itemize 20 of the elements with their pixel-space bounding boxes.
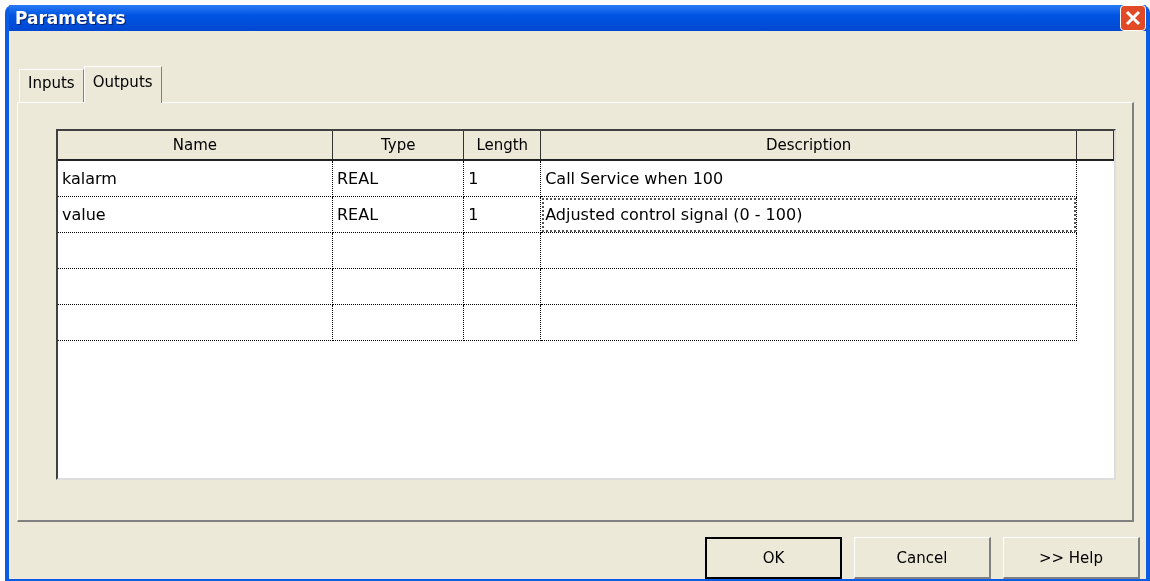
dialog-button[interactable]: OK	[705, 537, 842, 579]
table-cell[interactable]: REAL	[332, 160, 464, 197]
window-title: Parameters	[15, 8, 126, 28]
dialog-button[interactable]: >> Help	[1003, 537, 1140, 579]
table-cell[interactable]: REAL	[332, 196, 464, 233]
column-header[interactable]: Name	[58, 131, 333, 160]
tab[interactable]: Inputs	[19, 69, 84, 102]
table-cell[interactable]: value	[58, 196, 333, 233]
tab[interactable]: Outputs	[83, 66, 162, 103]
table-cell[interactable]: Call Service when 100	[540, 160, 1077, 197]
column-header[interactable]: Type	[332, 131, 464, 160]
close-icon	[1125, 10, 1141, 26]
dialog-button[interactable]: Cancel	[854, 537, 991, 579]
column-header[interactable]: Length	[463, 131, 541, 160]
table-cell[interactable]: 1	[463, 196, 541, 233]
table-cell[interactable]: kalarm	[58, 160, 333, 197]
column-header[interactable]: Description	[540, 131, 1077, 160]
table-cell[interactable]: 1	[463, 160, 541, 197]
close-button[interactable]	[1120, 5, 1146, 31]
table-cell[interactable]: Adjusted control signal (0 - 100)	[540, 196, 1077, 233]
